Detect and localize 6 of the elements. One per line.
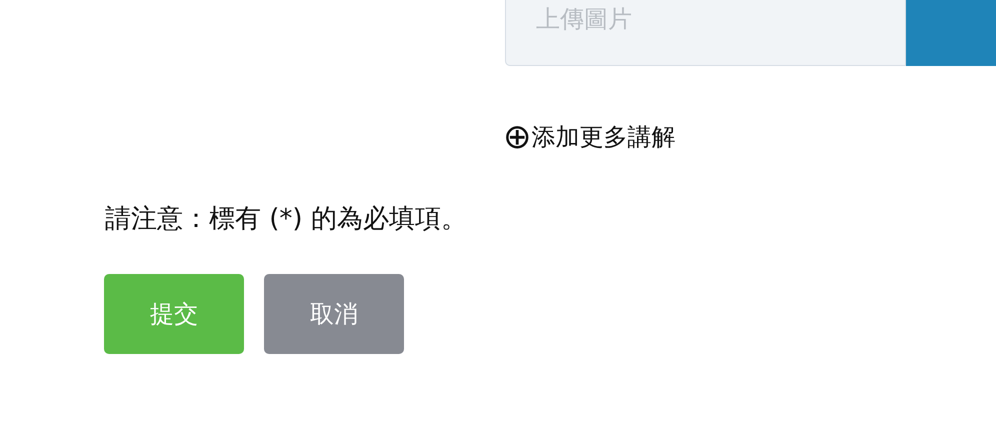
submit-button[interactable]: 提交 [104, 274, 244, 354]
upload-field[interactable]: 上傳圖片 [505, 0, 906, 66]
cancel-button[interactable]: 取消 [264, 274, 404, 354]
add-more-link[interactable]: ⊕添加更多講解 [503, 120, 676, 154]
upload-button[interactable] [906, 0, 996, 66]
required-note: 請注意：標有 (*) 的為必填項。 [105, 203, 468, 236]
